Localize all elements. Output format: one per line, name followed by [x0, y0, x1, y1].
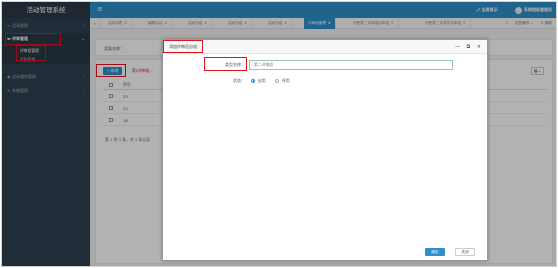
app-window: 活动管理系统 ≈ 活动管理 ‹ ▬评审管理 ⌄ 评审组管理 奖励管理 ◉ 活动通知管…	[1, 1, 557, 267]
dialog-header: 添加评审员分组 — ⧉ ×	[163, 40, 487, 54]
status-label: 状态：	[233, 78, 245, 83]
minimize-icon[interactable]: —	[455, 44, 460, 50]
highlight-box	[163, 40, 203, 53]
status-disabled-radio[interactable]	[275, 78, 279, 83]
close-icon[interactable]: ×	[477, 44, 481, 50]
cancel-button[interactable]: 关闭	[455, 248, 475, 256]
status-enabled-radio[interactable]	[251, 78, 255, 83]
dialog-footer: 确定 关闭	[163, 244, 487, 260]
highlight-box	[204, 57, 247, 71]
status-enabled-label: 启用	[258, 78, 266, 83]
add-group-dialog: 添加评审员分组 — ⧉ × 类型名称： 第二评审组 状态： 启用 停用 确定 关…	[162, 39, 488, 261]
status-disabled-label: 停用	[282, 78, 290, 83]
confirm-button[interactable]: 确定	[425, 248, 445, 256]
name-field[interactable]: 第二评审组	[249, 60, 453, 70]
maximize-icon[interactable]: ⧉	[467, 44, 471, 50]
